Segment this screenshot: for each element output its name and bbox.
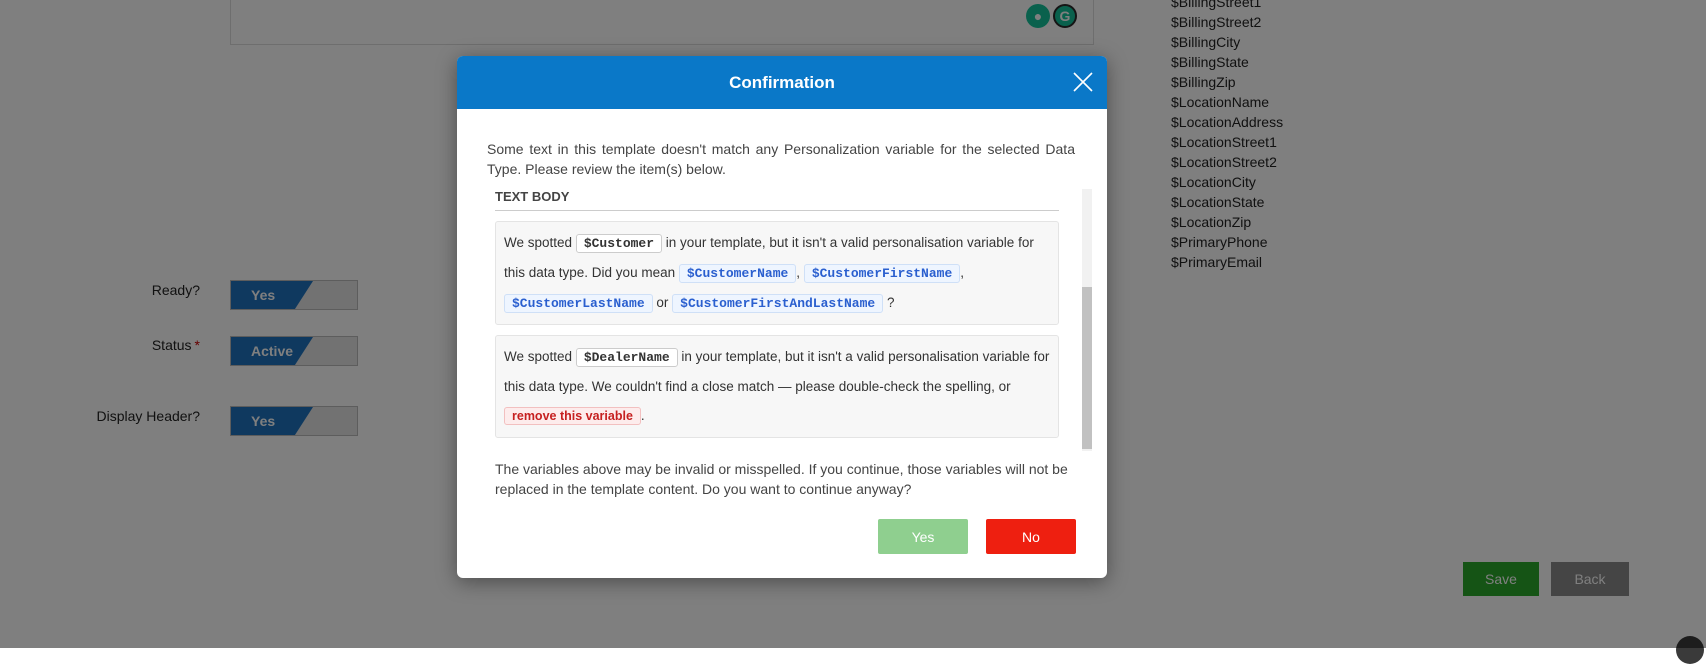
issue-end: . — [640, 408, 645, 423]
dialog-header: Confirmation — [457, 56, 1107, 109]
section-title: TEXT BODY — [495, 189, 1059, 211]
issue-prefix: We spotted — [504, 235, 573, 250]
suggestion-chip[interactable]: $CustomerName — [678, 264, 797, 283]
issue-prefix: We spotted — [504, 349, 573, 364]
invalid-variable-chip: $DealerName — [575, 348, 678, 367]
dialog-warning-text: The variables above may be invalid or mi… — [495, 461, 1068, 497]
dialog-intro-text: Some text in this template doesn't match… — [487, 141, 1075, 177]
issues-scroll-area[interactable]: TEXT BODY We spotted $Customer in your t… — [495, 189, 1085, 451]
yes-button[interactable]: Yes — [878, 519, 968, 554]
issue-card: We spotted $Customer in your template, b… — [495, 221, 1059, 325]
no-button[interactable]: No — [986, 519, 1076, 554]
dialog-title: Confirmation — [729, 73, 835, 92]
confirmation-dialog: Confirmation Some text in this template … — [457, 56, 1107, 578]
remove-variable-button[interactable]: remove this variable — [504, 407, 641, 425]
invalid-variable-chip: $Customer — [575, 234, 663, 253]
scrollbar-thumb[interactable] — [1082, 287, 1092, 449]
suggestion-chip[interactable]: $CustomerLastName — [504, 294, 653, 313]
separator: or — [656, 295, 669, 310]
separator: , — [960, 265, 965, 280]
issue-end: ? — [886, 295, 895, 310]
suggestion-chip[interactable]: $CustomerFirstName — [803, 264, 961, 283]
suggestion-chip[interactable]: $CustomerFirstAndLastName — [672, 294, 884, 313]
issue-card: We spotted $DealerName in your template,… — [495, 335, 1059, 438]
close-icon[interactable] — [1071, 70, 1095, 94]
separator: , — [796, 265, 801, 280]
